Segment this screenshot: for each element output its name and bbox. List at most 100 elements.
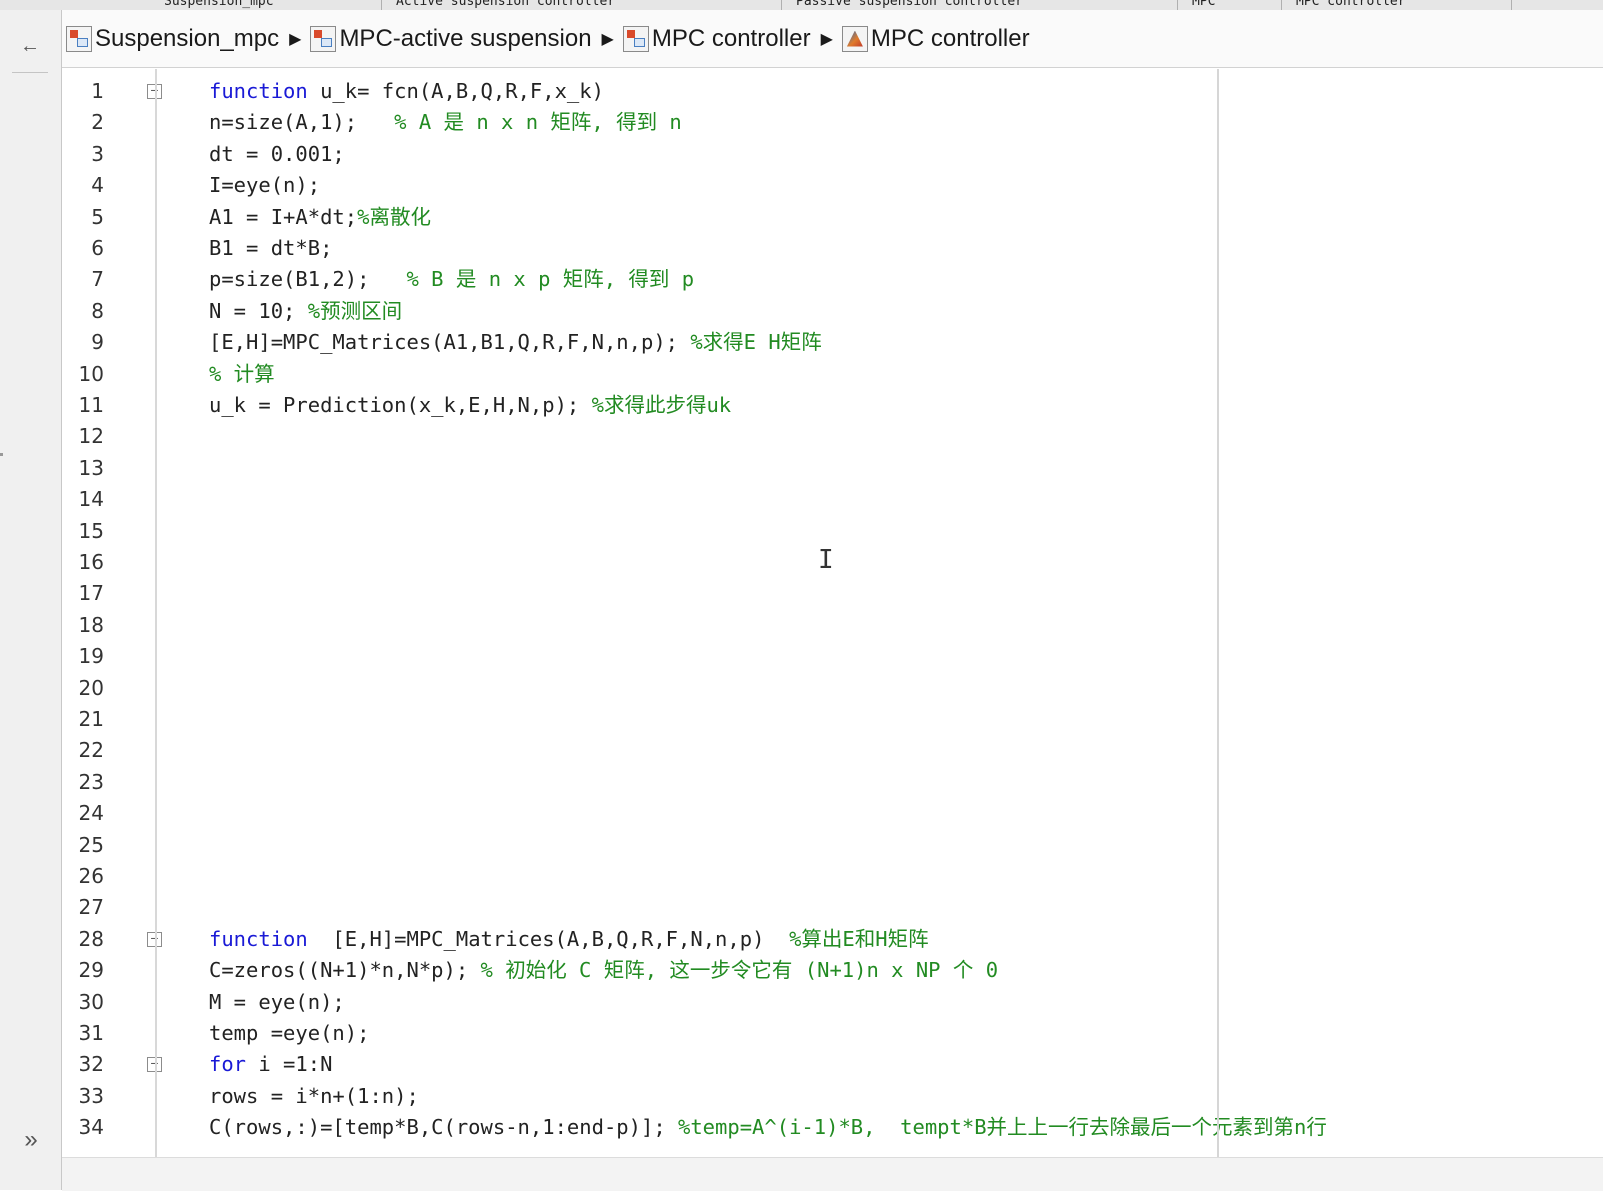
code-line[interactable]: 31 temp =eye(n); bbox=[62, 1018, 1603, 1049]
code-line[interactable]: 29 C=zeros((N+1)*n,N*p); % 初始化 C 矩阵, 这一步令… bbox=[62, 955, 1603, 986]
simulink-model-icon bbox=[66, 25, 92, 52]
breadcrumb-separator-icon: ▶ bbox=[289, 30, 302, 48]
code-statement: B1 = dt*B; bbox=[209, 236, 333, 260]
breadcrumb-label: MPC controller bbox=[651, 24, 811, 52]
code-comment: % 计算 bbox=[209, 361, 275, 386]
back-arrow-icon[interactable]: ← bbox=[18, 34, 42, 58]
code-line[interactable]: 12 bbox=[62, 421, 1603, 452]
line-number: 30 bbox=[78, 989, 104, 1014]
line-number: 14 bbox=[78, 487, 104, 512]
code-line[interactable]: 7 p=size(B1,2); % B 是 n x p 矩阵, 得到 p bbox=[62, 264, 1603, 295]
code-line[interactable]: 32−for i =1:N bbox=[62, 1049, 1603, 1080]
breadcrumb-item-mpc-controller-function[interactable]: MPC controller bbox=[841, 25, 1030, 53]
code-comment: % 初始化 C 矩阵, 这一步令它有 (N+1)n x NP 个 0 bbox=[480, 958, 999, 983]
code-line[interactable]: 8 N = 10; %预测区间 bbox=[62, 296, 1603, 327]
tab-active-suspension-controller[interactable]: Active suspension controller bbox=[382, 0, 782, 10]
code-statement: M = eye(n); bbox=[209, 989, 345, 1014]
code-line[interactable]: 4 I=eye(n); bbox=[62, 170, 1603, 201]
breadcrumb-separator-icon: ▶ bbox=[601, 30, 614, 48]
code-line[interactable]: 22 bbox=[62, 735, 1603, 766]
line-number: 6 bbox=[91, 236, 104, 260]
line-number: 12 bbox=[78, 424, 104, 449]
code-line[interactable]: 18 bbox=[62, 610, 1603, 641]
code-line[interactable]: 25 bbox=[62, 830, 1603, 861]
line-number: 24 bbox=[78, 801, 104, 826]
breadcrumb-item-suspension-mpc[interactable]: Suspension_mpc bbox=[66, 25, 279, 53]
text-cursor-icon: I bbox=[818, 545, 834, 575]
breadcrumb-item-mpc-controller[interactable]: MPC controller bbox=[622, 24, 811, 53]
code-statement: N = 10; bbox=[209, 298, 308, 323]
line-number: 18 bbox=[78, 612, 104, 637]
code-text: N = 10; %预测区间 bbox=[209, 296, 402, 327]
code-statement: temp =eye(n); bbox=[209, 1021, 370, 1045]
code-line[interactable]: 15 bbox=[62, 516, 1603, 547]
line-number: 17 bbox=[78, 581, 104, 606]
code-editor[interactable]: 1−function u_k= fcn(A,B,Q,R,F,x_k) 2 n=siz… bbox=[62, 69, 1603, 1157]
code-line[interactable]: 21 bbox=[62, 704, 1603, 735]
code-statement: u_k= fcn(A,B,Q,R,F,x_k) bbox=[307, 79, 604, 103]
tab-suspension-mpc[interactable]: Suspension_mpc bbox=[150, 0, 382, 10]
code-keyword: function bbox=[209, 926, 308, 951]
line-number: 22 bbox=[78, 738, 104, 763]
tab-mpc[interactable]: MPC bbox=[1178, 0, 1282, 10]
code-line[interactable]: 26 bbox=[62, 861, 1603, 892]
breadcrumb-item-mpc-active-suspension[interactable]: MPC-active suspension bbox=[310, 24, 592, 53]
code-line[interactable]: 27 bbox=[62, 892, 1603, 923]
code-line[interactable]: 14 bbox=[62, 484, 1603, 515]
line-number: 28 bbox=[78, 926, 104, 951]
code-text: temp =eye(n); bbox=[209, 1018, 369, 1049]
code-line[interactable]: 19 bbox=[62, 641, 1603, 672]
line-number: 16 bbox=[78, 550, 104, 574]
line-number: 9 bbox=[91, 330, 104, 355]
code-line[interactable]: 6 B1 = dt*B; bbox=[62, 233, 1603, 264]
code-statement: C(rows,:)=[temp*B,C(rows-n,1:end-p)]; bbox=[209, 1115, 678, 1140]
tab-passive-suspension-controller[interactable]: Passive suspension controller bbox=[782, 0, 1178, 10]
code-statement: dt = 0.001; bbox=[209, 141, 345, 166]
line-number: 2 bbox=[91, 110, 104, 135]
code-line[interactable]: 3 dt = 0.001; bbox=[62, 139, 1603, 170]
right-margin-line bbox=[1217, 69, 1219, 1157]
code-line[interactable]: 9 [E,H]=MPC_Matrices(A1,B1,Q,R,F,N,n,p); … bbox=[62, 327, 1603, 358]
code-statement: A1 = I+A*dt; bbox=[209, 204, 358, 229]
line-number: 1 bbox=[91, 79, 104, 103]
line-number: 25 bbox=[78, 832, 104, 857]
double-chevron-right-icon[interactable]: » bbox=[18, 1128, 44, 1152]
code-line[interactable]: 10 % 计算 bbox=[62, 359, 1603, 390]
code-line[interactable]: 33 rows = i*n+(1:n); bbox=[62, 1081, 1603, 1112]
line-number: 20 bbox=[78, 675, 104, 700]
breadcrumb-label: Suspension_mpc bbox=[95, 24, 280, 52]
line-number: 10 bbox=[78, 361, 104, 386]
line-number: 32 bbox=[78, 1052, 104, 1077]
subsystem-icon bbox=[310, 25, 337, 52]
code-comment: %预测区间 bbox=[307, 298, 403, 323]
line-number: 34 bbox=[78, 1115, 104, 1140]
breadcrumb-label: MPC-active suspension bbox=[339, 24, 592, 52]
code-line[interactable]: 2 n=size(A,1); % A 是 n x n 矩阵, 得到 n bbox=[62, 107, 1603, 138]
line-number: 15 bbox=[78, 518, 104, 543]
code-statement: n=size(A,1); bbox=[209, 110, 395, 135]
code-line[interactable]: 13 bbox=[62, 453, 1603, 484]
code-statement: p=size(B1,2); bbox=[209, 267, 407, 292]
code-line[interactable]: 5 A1 = I+A*dt;%离散化 bbox=[62, 202, 1603, 233]
tab-mpc-controller[interactable]: MPC controller bbox=[1282, 0, 1512, 10]
breadcrumb: Suspension_mpc ▶ MPC-active suspension ▶… bbox=[62, 10, 1603, 68]
code-text: function u_k= fcn(A,B,Q,R,F,x_k) bbox=[209, 76, 604, 107]
code-line[interactable]: 30 M = eye(n); bbox=[62, 987, 1603, 1018]
code-statement: i =1:N bbox=[246, 1052, 333, 1077]
code-line[interactable]: 1−function u_k= fcn(A,B,Q,R,F,x_k) bbox=[62, 76, 1603, 107]
code-line[interactable]: 23 bbox=[62, 767, 1603, 798]
line-number: 31 bbox=[78, 1021, 104, 1045]
code-line[interactable]: 34 C(rows,:)=[temp*B,C(rows-n,1:end-p)]; … bbox=[62, 1112, 1603, 1143]
code-line[interactable]: 20 bbox=[62, 673, 1603, 704]
code-line[interactable]: 11 u_k = Prediction(x_k,E,H,N,p); %求得此步得u… bbox=[62, 390, 1603, 421]
line-number: 33 bbox=[78, 1083, 104, 1108]
code-line[interactable]: 24 bbox=[62, 798, 1603, 829]
code-line[interactable]: 28−function [E,H]=MPC_Matrices(A,B,Q,R,F… bbox=[62, 924, 1603, 955]
code-line[interactable]: 17 bbox=[62, 578, 1603, 609]
code-text: u_k = Prediction(x_k,E,H,N,p); %求得此步得uk bbox=[209, 390, 731, 421]
code-text: function [E,H]=MPC_Matrices(A,B,Q,R,F,N,… bbox=[209, 924, 929, 955]
code-comment: %算出E和H矩阵 bbox=[789, 926, 929, 951]
line-number: 21 bbox=[78, 707, 104, 731]
line-number: 8 bbox=[91, 298, 104, 323]
code-text: A1 = I+A*dt;%离散化 bbox=[209, 202, 431, 233]
